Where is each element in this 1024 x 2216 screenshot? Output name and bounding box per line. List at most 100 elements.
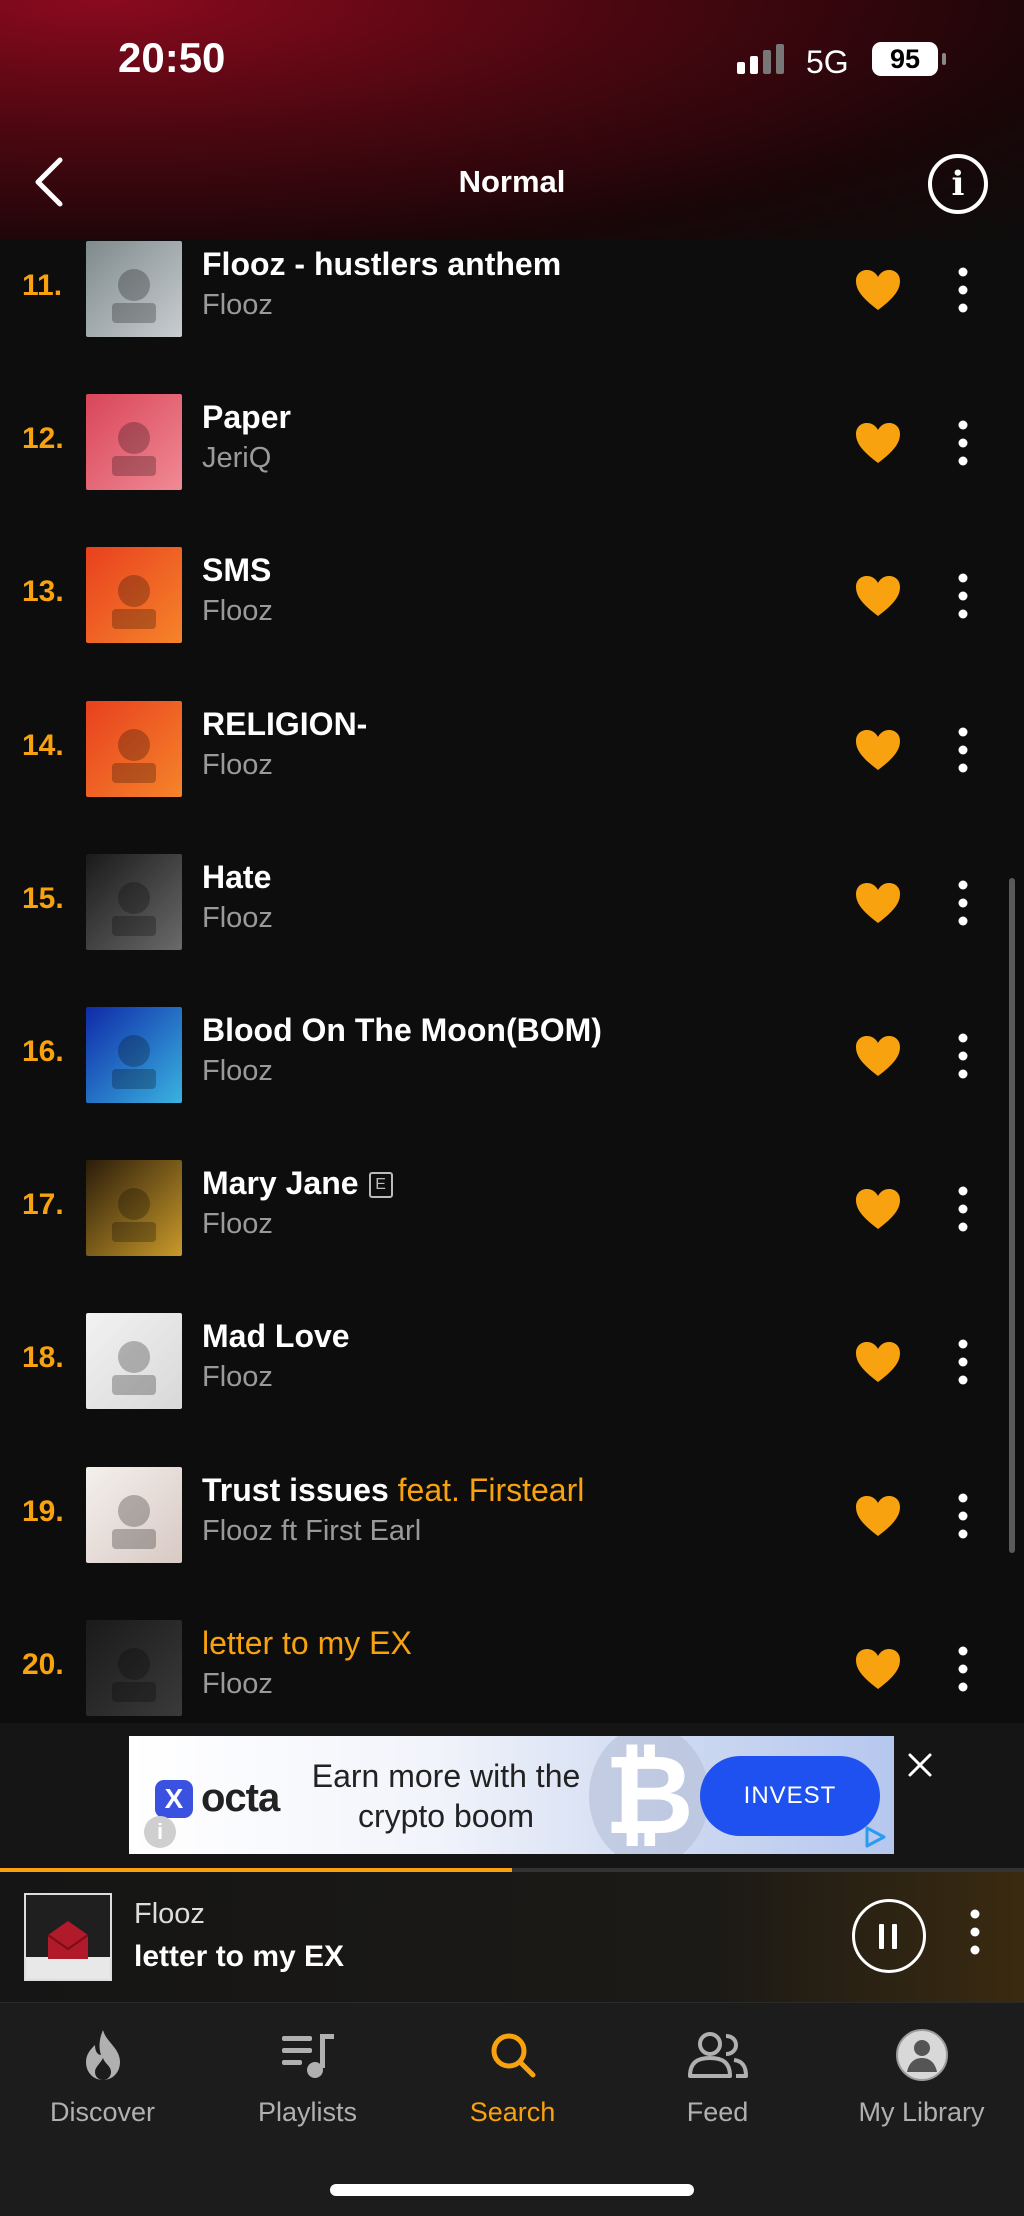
track-title-text: Trust issues <box>202 1471 389 1508</box>
network-type: 5G <box>806 44 849 80</box>
scrollbar[interactable] <box>1009 878 1015 1553</box>
more-options-icon[interactable] <box>946 413 980 473</box>
battery-icon: 95 <box>872 42 938 76</box>
track-artist: JeriQ <box>202 442 272 475</box>
track-artwork <box>86 1466 182 1563</box>
people-icon <box>687 2032 748 2078</box>
more-options-icon[interactable] <box>946 566 980 626</box>
battery-tip <box>942 53 946 65</box>
track-title: Hate <box>202 859 271 896</box>
track-title-text: Paper <box>202 399 291 436</box>
more-options-icon[interactable] <box>946 1639 980 1699</box>
mini-player-track: letter to my EX <box>134 1940 345 1973</box>
track-number: 17. <box>22 1188 64 1222</box>
track-title: letter to my EX <box>202 1625 412 1662</box>
avatar <box>895 2029 948 2081</box>
more-options-icon[interactable] <box>946 1179 980 1239</box>
more-options-icon[interactable] <box>946 1026 980 1086</box>
track-artwork <box>86 1313 182 1410</box>
track-title: Paper <box>202 399 291 436</box>
track-number: 11. <box>22 269 63 302</box>
heart-icon[interactable] <box>854 421 902 465</box>
track-artwork <box>86 853 182 950</box>
heart-icon[interactable] <box>854 268 902 312</box>
heart-icon[interactable] <box>854 728 902 772</box>
track-artwork <box>86 241 182 337</box>
ad-close-icon[interactable] <box>900 1745 940 1785</box>
track-title: Mad Love <box>202 1318 350 1355</box>
track-title-text: Blood On The Moon(BOM) <box>202 1012 602 1048</box>
tab-label: Search <box>469 2097 556 2127</box>
tab-label: Discover <box>49 2097 156 2127</box>
ad-info-icon[interactable]: i <box>144 1816 176 1848</box>
track-title-text: Mad Love <box>202 1318 350 1355</box>
track-list: 11. Flooz - hustlers anthem Flooz 12. Paper J… <box>0 232 1024 1722</box>
ad-zone: X octa ₿ Earn more with the crypto boom … <box>0 1723 1024 1868</box>
ad-invest-button[interactable]: INVEST <box>700 1756 880 1836</box>
track-row[interactable]: 17. Mary Jane E Flooz <box>0 1147 1024 1300</box>
track-artwork <box>86 1619 182 1716</box>
track-title-text: letter to my EX <box>202 1624 412 1661</box>
mini-player-artist: Flooz <box>134 1898 205 1930</box>
track-title-text: Mary Jane <box>202 1165 359 1202</box>
ad-banner[interactable]: X octa ₿ Earn more with the crypto boom … <box>129 1736 894 1854</box>
heart-icon[interactable] <box>854 1494 902 1538</box>
tab-discover[interactable]: Discover <box>0 2027 205 2128</box>
track-number: 12. <box>22 422 64 456</box>
more-options-icon[interactable] <box>946 1486 980 1546</box>
tab-my-library[interactable]: My Library <box>819 2027 1024 2128</box>
track-title: Blood On The Moon(BOM) <box>202 1012 602 1049</box>
track-artist: Flooz ft First Earl <box>202 1514 422 1547</box>
heart-icon[interactable] <box>854 1647 902 1691</box>
track-row[interactable]: 19. Trust issues feat. Firstearl Flooz ft … <box>0 1454 1024 1607</box>
mini-player[interactable]: Flooz letter to my EX <box>0 1872 1024 2002</box>
track-title-text: Flooz - hustlers anthem <box>202 246 562 282</box>
track-title-text: SMS <box>202 552 272 589</box>
explicit-badge: E <box>368 1172 393 1199</box>
tab-playlists[interactable]: Playlists <box>205 2027 410 2128</box>
heart-icon[interactable] <box>854 574 902 618</box>
more-options-icon[interactable] <box>946 720 980 780</box>
track-row[interactable]: 16. Blood On The Moon(BOM) Flooz <box>0 994 1024 1147</box>
ad-brand-logo: X octa <box>155 1776 280 1821</box>
track-row[interactable]: 15. Hate Flooz <box>0 841 1024 994</box>
more-options-icon[interactable] <box>946 260 980 320</box>
track-row[interactable]: 14. RELIGION- Flooz <box>0 688 1024 841</box>
more-options-icon[interactable] <box>946 1332 980 1392</box>
track-artist: Flooz <box>202 289 273 321</box>
track-title: SMS <box>202 552 271 589</box>
tab-search[interactable]: Search <box>410 2027 615 2128</box>
track-artist: Flooz <box>202 1055 273 1087</box>
track-row[interactable]: 13. SMS Flooz <box>0 534 1024 687</box>
track-artist: Flooz <box>202 1667 273 1700</box>
adchoices-icon[interactable] <box>862 1824 888 1850</box>
heart-icon[interactable] <box>854 1340 902 1384</box>
track-artwork <box>86 1007 182 1103</box>
track-title: Trust issues feat. Firstearl <box>202 1472 584 1509</box>
track-number: 16. <box>22 1035 64 1068</box>
track-row[interactable]: 11. Flooz - hustlers anthem Flooz <box>0 232 1024 381</box>
track-artwork <box>86 547 182 644</box>
track-row[interactable]: 18. Mad Love Flooz <box>0 1300 1024 1453</box>
track-title: Flooz - hustlers anthem <box>202 246 561 283</box>
heart-icon[interactable] <box>854 1187 902 1231</box>
status-time: 20:50 <box>118 34 226 81</box>
info-icon[interactable]: i <box>928 154 988 214</box>
pause-button[interactable] <box>852 1899 926 1973</box>
heart-icon[interactable] <box>854 881 902 925</box>
tab-feed[interactable]: Feed <box>615 2027 820 2128</box>
track-number: 19. <box>22 1494 64 1528</box>
tab-label: My Library <box>858 2097 985 2127</box>
track-row[interactable]: 20. letter to my EX Flooz <box>0 1607 1024 1722</box>
track-row[interactable]: 12. Paper JeriQ <box>0 381 1024 534</box>
mini-player-more-icon[interactable] <box>958 1902 992 1962</box>
more-options-icon[interactable] <box>946 873 980 933</box>
track-artist: Flooz <box>202 1361 273 1394</box>
track-feature: feat. Firstearl <box>397 1471 585 1508</box>
track-title: RELIGION- <box>202 706 367 743</box>
track-title: Mary Jane E <box>202 1165 393 1202</box>
header-background: 20:50 5G 95 Normal i <box>0 0 1024 240</box>
heart-icon[interactable] <box>854 1034 902 1078</box>
track-number: 14. <box>22 728 64 762</box>
tab-label: Feed <box>686 2097 749 2127</box>
